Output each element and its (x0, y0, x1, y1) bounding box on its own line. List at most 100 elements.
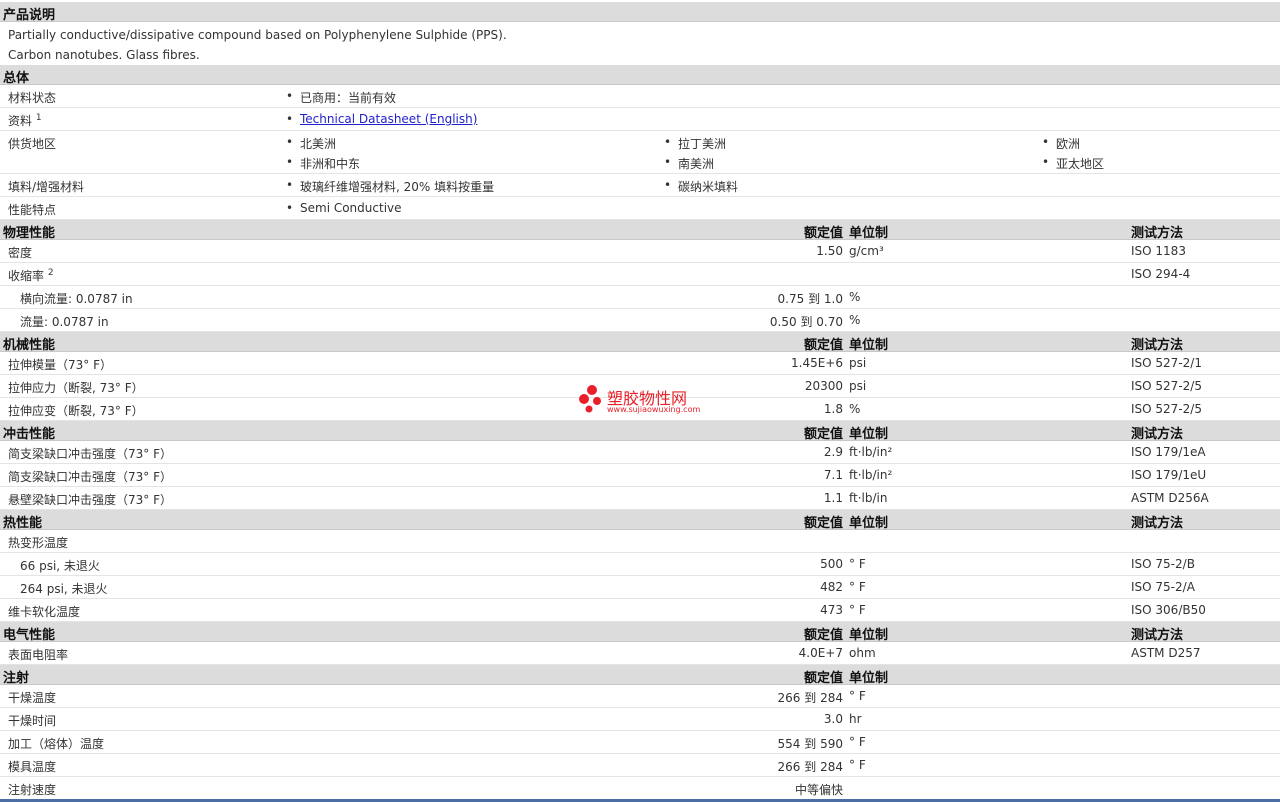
row-label: 供货地区 (8, 137, 57, 151)
filler-item: 碳纳米填料 (664, 178, 738, 195)
col-unit: 单位制 (849, 338, 889, 353)
row-unit: hr (849, 712, 862, 726)
row-unit: % (849, 290, 861, 304)
row-value: 1.45E+6 (791, 356, 843, 370)
col-nominal: 额定值 (803, 671, 843, 686)
region-item: 北美洲 (286, 135, 336, 152)
row-value: Semi Conductive (286, 201, 401, 215)
row-unit: % (849, 402, 861, 416)
technical-datasheet-link[interactable]: Technical Datasheet (English) (300, 112, 477, 126)
row-method: ISO 179/1eA (1131, 445, 1206, 459)
row-unit: ° F (849, 580, 866, 594)
col-method: 测试方法 (1131, 628, 1184, 643)
section-title: 机械性能 (3, 338, 56, 353)
row-method: ISO 75-2/B (1131, 557, 1195, 571)
row-value: 已商用：当前有效 (286, 89, 396, 106)
section-title: 注射 (3, 671, 30, 686)
col-method: 测试方法 (1131, 427, 1184, 442)
property-row: 干燥时间 3.0 hr (0, 708, 1280, 731)
row-label: 干燥温度 (8, 691, 57, 705)
col-nominal: 额定值 (803, 338, 843, 353)
row-method: ISO 527-2/5 (1131, 379, 1202, 393)
watermark-logo: 塑胶物性网 www.sujiaowuxing.com (578, 382, 718, 418)
row-range: 266 到 284 (777, 691, 843, 705)
col-nominal: 额定值 (803, 226, 843, 241)
datasheet-link-item: Technical Datasheet (English) (286, 112, 477, 126)
col-unit: 单位制 (849, 671, 889, 686)
region-item: 南美洲 (664, 155, 714, 172)
row-unit: ft·lb/in² (849, 468, 893, 482)
col-method: 测试方法 (1131, 338, 1184, 353)
section-title: 电气性能 (3, 628, 56, 643)
property-row: 流量: 0.0787 in 0.50 到 0.70 % (0, 309, 1280, 332)
row-label: 拉伸应变（断裂, 73° F） (8, 404, 144, 418)
section-title: 冲击性能 (3, 427, 56, 442)
row-label: 收缩率 2 (8, 268, 54, 283)
description-line-1: Partially conductive/dissipative compoun… (8, 28, 507, 42)
property-row: 表面电阻率 4.0E+7 ohm ASTM D257 (0, 642, 1280, 665)
row-unit: g/cm³ (849, 244, 884, 258)
row-unit: ° F (849, 557, 866, 571)
property-row: 264 psi, 未退火 482 ° F ISO 75-2/A (0, 576, 1280, 599)
description-line-2: Carbon nanotubes. Glass fibres. (8, 48, 200, 62)
row-label: 简支梁缺口冲击强度（73° F） (8, 447, 172, 461)
row-method: ISO 527-2/5 (1131, 402, 1202, 416)
row-unit: ohm (849, 646, 876, 660)
col-unit: 单位制 (849, 427, 889, 442)
region-item: 亚太地区 (1042, 155, 1104, 172)
col-nominal: 额定值 (803, 628, 843, 643)
row-label: 流量: 0.0787 in (20, 315, 109, 329)
watermark-dots-icon (579, 385, 601, 413)
row-label: 干燥时间 (8, 714, 57, 728)
region-item: 拉丁美洲 (664, 135, 726, 152)
row-value: 1.8 (823, 402, 843, 416)
general-row-info: 资料 1 Technical Datasheet (English) (0, 108, 1280, 131)
property-row: 注射速度 中等偏快 (0, 777, 1280, 800)
col-method: 测试方法 (1131, 516, 1184, 531)
property-row: 66 psi, 未退火 500 ° F ISO 75-2/B (0, 553, 1280, 576)
row-label: 材料状态 (8, 91, 57, 105)
property-row: 简支梁缺口冲击强度（73° F） 7.1 ft·lb/in² ISO 179/1… (0, 464, 1280, 487)
property-row: 悬壁梁缺口冲击强度（73° F） 1.1 ft·lb/in ASTM D256A (0, 487, 1280, 510)
footnote-marker: 1 (35, 113, 42, 123)
filler-item: 玻璃纤维增强材料, 20% 填料按重量 (286, 178, 494, 195)
row-value: 473 (820, 603, 843, 617)
section-header-impact: 冲击性能 额定值 单位制 测试方法 (0, 421, 1280, 442)
row-unit: ft·lb/in² (849, 445, 893, 459)
row-label: 表面电阻率 (8, 648, 69, 662)
row-value: 1.1 (823, 491, 843, 505)
row-unit: ° F (849, 735, 866, 749)
row-method: ISO 294-4 (1131, 267, 1191, 281)
row-method: ISO 1183 (1131, 244, 1186, 258)
row-unit: % (849, 313, 861, 327)
general-row-supply: 供货地区 北美洲 拉丁美洲 欧洲 非洲和中东 南美洲 亚太地区 (0, 131, 1280, 174)
col-method: 测试方法 (1131, 226, 1184, 241)
footnote-marker: 2 (47, 268, 54, 278)
col-unit: 单位制 (849, 628, 889, 643)
row-label: 资料 1 (8, 113, 42, 128)
row-label: 拉伸应力（断裂, 73° F） (8, 381, 144, 395)
section-title: 热性能 (3, 516, 43, 531)
row-label: 热变形温度 (8, 536, 69, 550)
row-value: 20300 (804, 379, 843, 393)
property-row: 横向流量: 0.0787 in 0.75 到 1.0 % (0, 286, 1280, 309)
row-range: 0.75 到 1.0 (777, 292, 843, 306)
col-unit: 单位制 (849, 226, 889, 241)
row-value: 2.9 (823, 445, 843, 459)
row-value: 482 (820, 580, 843, 594)
property-row: 拉伸模量（73° F） 1.45E+6 psi ISO 527-2/1 (0, 352, 1280, 375)
row-label: 加工（熔体）温度 (8, 737, 105, 751)
section-header-injection: 注射 额定值 单位制 (0, 665, 1280, 686)
general-row-features: 性能特点 Semi Conductive (0, 197, 1280, 220)
watermark-url: www.sujiaowuxing.com (607, 405, 701, 414)
row-method: ASTM D257 (1131, 646, 1201, 660)
section-title: 产品说明 (3, 8, 56, 23)
row-label: 66 psi, 未退火 (20, 559, 100, 573)
row-label: 维卡软化温度 (8, 605, 81, 619)
general-row-filler: 填料/增强材料 玻璃纤维增强材料, 20% 填料按重量 碳纳米填料 (0, 174, 1280, 197)
row-unit: ° F (849, 689, 866, 703)
row-value: 3.0 (823, 712, 843, 726)
row-label: 264 psi, 未退火 (20, 582, 108, 596)
row-label: 模具温度 (8, 760, 57, 774)
section-header-physical: 物理性能 额定值 单位制 测试方法 (0, 220, 1280, 241)
